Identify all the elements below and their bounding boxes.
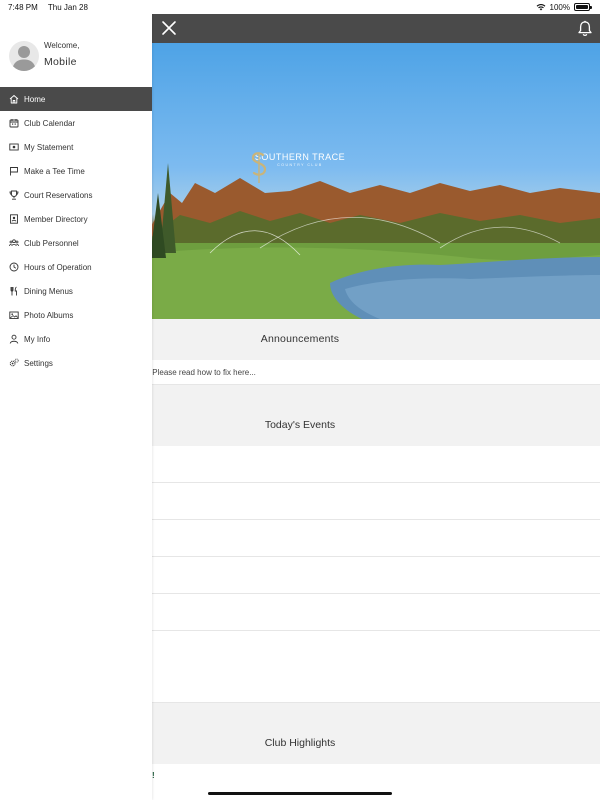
battery-percent: 100% [549,2,570,12]
bell-icon [578,20,592,37]
status-left: 7:48 PM Thu Jan 28 [8,3,96,12]
menu-item-label: Court Reservations [24,190,93,200]
menu-item-photo-albums[interactable]: Photo Albums [0,303,152,327]
menu-item-label: Member Directory [24,214,88,224]
menu-item-label: Club Personnel [24,238,79,248]
menu-item-label: Photo Albums [24,310,74,320]
menu-item-label: Make a Tee Time [24,166,85,176]
menu-item-label: Hours of Operation [24,262,92,272]
home-indicator[interactable] [208,792,392,795]
menu-item-label: Dining Menus [24,286,73,296]
avatar-person-icon [12,46,36,71]
dining-icon [9,286,19,296]
menu-item-label: My Statement [24,142,74,152]
close-menu-button[interactable] [160,19,178,37]
menu-item-label: Club Calendar [24,118,76,128]
directory-icon [9,214,19,224]
welcome-label: Welcome, [44,41,80,50]
menu-item-my-info[interactable]: My Info [0,327,152,351]
user-name: Mobile [44,56,77,68]
menu-item-hours-of-operation[interactable]: Hours of Operation [0,255,152,279]
notifications-button[interactable] [577,20,593,37]
avatar [9,41,39,71]
club-logo-mark [251,152,267,183]
photo-icon [9,310,19,320]
menu-item-home[interactable]: Home [0,87,152,111]
club-logo-subtext: COUNTRY CLUB [277,163,323,167]
wifi-icon [536,4,545,11]
status-right: 100% [536,2,592,12]
menu-item-my-statement[interactable]: My Statement [0,135,152,159]
menu-item-court-reservations[interactable]: Court Reservations [0,183,152,207]
menu-item-dining-menus[interactable]: Dining Menus [0,279,152,303]
personnel-icon [9,238,19,248]
trophy-icon [9,190,19,200]
status-time: 7:48 PM [8,2,38,12]
menu-item-club-personnel[interactable]: Club Personnel [0,231,152,255]
clock-icon [9,262,19,272]
settings-icon [9,358,19,368]
navigation-drawer: Welcome, Mobile Home Club Calendar My St… [0,14,152,800]
menu-item-label: My Info [24,334,51,344]
menu-item-label: Home [24,94,46,104]
battery-icon [574,3,592,11]
menu-item-settings[interactable]: Settings [0,351,152,375]
drawer-menu: Home Club Calendar My Statement Make a T… [0,87,152,375]
menu-item-club-calendar[interactable]: Club Calendar [0,111,152,135]
status-date: Thu Jan 28 [47,2,88,12]
user-icon [9,334,19,344]
statement-icon [9,142,19,152]
home-icon [9,94,19,104]
menu-item-make-a-tee-time[interactable]: Make a Tee Time [0,159,152,183]
menu-item-label: Settings [24,358,53,368]
close-icon [162,21,176,35]
menu-item-member-directory[interactable]: Member Directory [0,207,152,231]
status-bar: 7:48 PM Thu Jan 28 100% [0,0,600,14]
profile-section: Welcome, Mobile [0,14,152,87]
golf-flag-icon [9,166,19,176]
club-logo: SOUTHERN TRACE COUNTRY CLUB [248,151,352,183]
calendar-icon [9,118,19,128]
